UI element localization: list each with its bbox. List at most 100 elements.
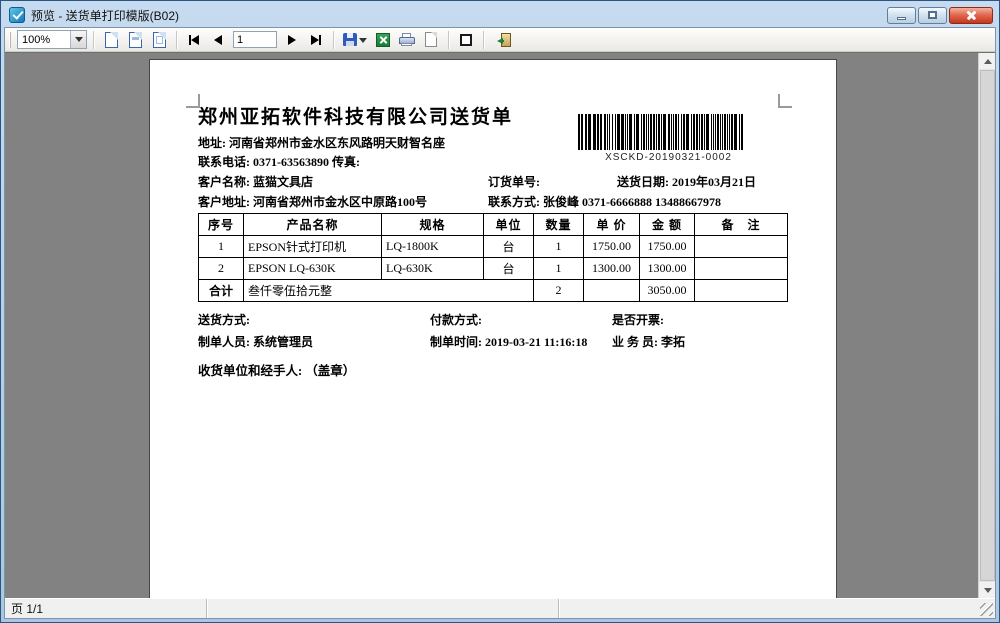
contact-info: 联系方式: 张俊峰 0371-6666888 13488667978 bbox=[488, 193, 721, 210]
resize-grip[interactable] bbox=[980, 603, 993, 616]
view-actual-size-button[interactable] bbox=[148, 30, 170, 50]
status-bar: 页 1/1 bbox=[5, 598, 995, 618]
view-page-width-button[interactable] bbox=[124, 30, 146, 50]
item-cell: 1 bbox=[534, 236, 584, 258]
preview-area: 郑州亚拓软件科技有限公司送货单 地址: 河南省郑州市金水区东风路明天财智名座 联… bbox=[5, 52, 995, 598]
total-row: 合计叁仟零伍拾元整23050.00 bbox=[199, 280, 788, 302]
scroll-up-button[interactable] bbox=[979, 53, 995, 69]
salesman: 业 务 员: 李拓 bbox=[612, 333, 685, 350]
column-header: 规格 bbox=[382, 214, 484, 236]
vertical-scrollbar[interactable] bbox=[978, 53, 995, 598]
close-icon bbox=[966, 10, 977, 21]
company-address: 地址: 河南省郑州市金水区东风路明天财智名座 bbox=[198, 134, 445, 151]
page-width-icon bbox=[129, 32, 142, 48]
toolbar-grip bbox=[9, 32, 12, 48]
item-cell bbox=[695, 258, 788, 280]
item-cell: 台 bbox=[484, 258, 534, 280]
order-number: 订货单号: bbox=[488, 173, 540, 190]
invoice-flag: 是否开票: bbox=[612, 311, 664, 328]
zoom-dropdown-arrow[interactable] bbox=[70, 31, 86, 48]
title-bar: 预览 - 送货单打印模版(B02) bbox=[4, 1, 996, 27]
scrollbar-thumb[interactable] bbox=[980, 70, 995, 581]
arrow-down-icon bbox=[984, 588, 992, 597]
item-cell: 台 bbox=[484, 236, 534, 258]
toolbar-separator bbox=[176, 31, 177, 49]
status-panel bbox=[207, 599, 559, 618]
view-whole-page-button[interactable] bbox=[100, 30, 122, 50]
column-header: 序号 bbox=[199, 214, 244, 236]
stamp-line: 收货单位和经手人: （盖章） bbox=[198, 360, 355, 379]
close-button[interactable] bbox=[949, 7, 993, 24]
print-button[interactable] bbox=[396, 30, 418, 50]
excel-icon bbox=[376, 33, 390, 47]
minimize-icon bbox=[897, 17, 906, 20]
column-header: 备 注 bbox=[695, 214, 788, 236]
next-page-button[interactable] bbox=[281, 30, 303, 50]
column-header: 数量 bbox=[534, 214, 584, 236]
prev-page-button[interactable] bbox=[207, 30, 229, 50]
prev-page-icon bbox=[214, 35, 222, 45]
page-setup-button[interactable] bbox=[420, 30, 442, 50]
status-page-info: 页 1/1 bbox=[5, 599, 207, 618]
item-cell: 1750.00 bbox=[640, 236, 695, 258]
item-cell bbox=[695, 236, 788, 258]
save-button[interactable] bbox=[340, 30, 370, 50]
total-cell bbox=[695, 280, 788, 302]
toolbar: 100% bbox=[5, 28, 995, 52]
column-header: 产品名称 bbox=[244, 214, 382, 236]
square-icon bbox=[460, 34, 472, 46]
scroll-down-button[interactable] bbox=[979, 582, 995, 598]
arrow-up-icon bbox=[984, 55, 992, 64]
barcode-label: XSCKD-20190321-0002 bbox=[578, 152, 759, 163]
chevron-down-icon bbox=[75, 37, 83, 46]
company-phone: 联系电话: 0371-63563890 传真: bbox=[198, 153, 360, 170]
actual-size-icon bbox=[153, 32, 166, 48]
preview-window: 预览 - 送货单打印模版(B02) 100% bbox=[0, 0, 1000, 623]
first-page-button[interactable] bbox=[183, 30, 205, 50]
bar-icon bbox=[319, 35, 321, 45]
customer-name: 客户名称: 蓝猫文具店 bbox=[198, 173, 313, 190]
maximize-button[interactable] bbox=[918, 7, 947, 24]
export-excel-button[interactable] bbox=[372, 30, 394, 50]
item-cell: 1 bbox=[534, 258, 584, 280]
zoom-dropdown[interactable]: 100% bbox=[17, 30, 87, 49]
toolbar-separator bbox=[483, 31, 484, 49]
page-number-input[interactable] bbox=[233, 31, 277, 48]
printer-icon bbox=[399, 33, 415, 46]
item-cell: LQ-1800K bbox=[382, 236, 484, 258]
document-maker: 制单人员: 系统管理员 bbox=[198, 333, 313, 350]
blank-page-icon bbox=[425, 32, 437, 47]
margin-marker-top-right-icon bbox=[778, 94, 792, 108]
item-row: 1EPSON针式打印机LQ-1800K台11750.001750.00 bbox=[199, 236, 788, 258]
column-header: 金 额 bbox=[640, 214, 695, 236]
page-border-button[interactable] bbox=[455, 30, 477, 50]
item-cell: EPSON针式打印机 bbox=[244, 236, 382, 258]
item-cell: 1300.00 bbox=[640, 258, 695, 280]
item-cell: 1 bbox=[199, 236, 244, 258]
save-dropdown-icon bbox=[359, 38, 367, 47]
company-title: 郑州亚拓软件科技有限公司送货单 bbox=[198, 102, 513, 129]
last-page-button[interactable] bbox=[305, 30, 327, 50]
column-header: 单 价 bbox=[584, 214, 640, 236]
total-cell bbox=[584, 280, 640, 302]
make-time: 制单时间: 2019-03-21 11:16:18 bbox=[430, 333, 587, 350]
total-cell: 3050.00 bbox=[640, 280, 695, 302]
table-header-row: 序号产品名称规格单位数量单 价金 额备 注 bbox=[199, 214, 788, 236]
column-header: 单位 bbox=[484, 214, 534, 236]
window-title: 预览 - 送货单打印模版(B02) bbox=[31, 7, 881, 24]
item-cell: LQ-630K bbox=[382, 258, 484, 280]
item-cell: 1300.00 bbox=[584, 258, 640, 280]
last-page-icon bbox=[311, 35, 319, 45]
exit-button[interactable] bbox=[490, 30, 516, 50]
minimize-button[interactable] bbox=[887, 7, 916, 24]
barcode bbox=[578, 114, 759, 150]
item-cell: 1750.00 bbox=[584, 236, 640, 258]
delivery-method: 送货方式: bbox=[198, 311, 250, 328]
toolbar-separator bbox=[93, 31, 94, 49]
status-panel bbox=[559, 599, 995, 618]
toolbar-separator bbox=[333, 31, 334, 49]
window-frame: 100% bbox=[4, 27, 996, 619]
toolbar-separator bbox=[448, 31, 449, 49]
total-cell: 合计 bbox=[199, 280, 244, 302]
save-icon bbox=[343, 33, 357, 46]
